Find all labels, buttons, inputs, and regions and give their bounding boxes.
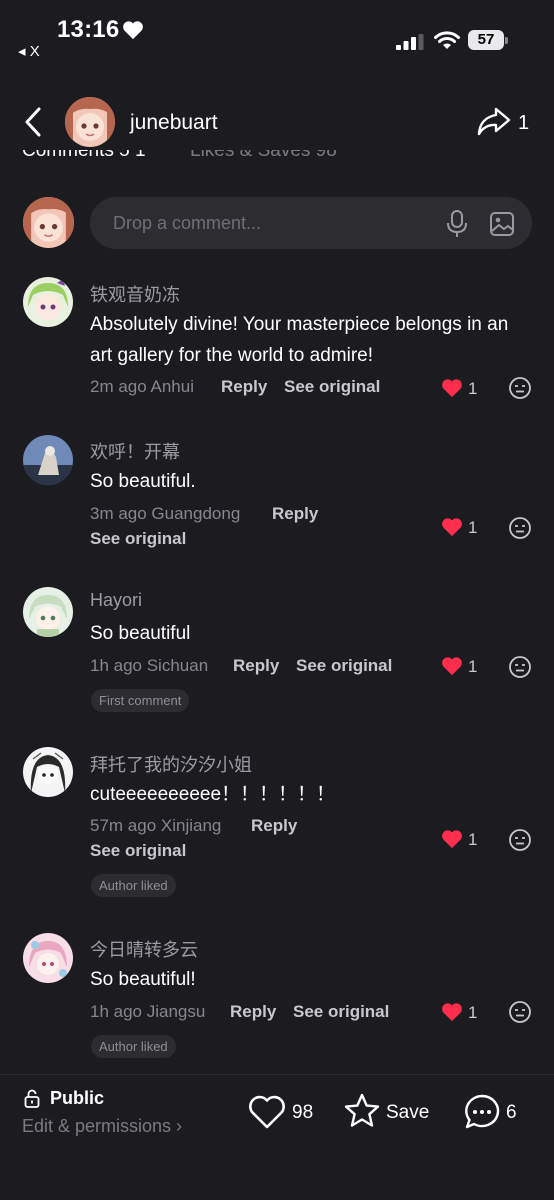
comment-text: So beautiful	[90, 623, 191, 644]
emoji-reaction-icon[interactable]	[508, 376, 532, 400]
visibility-label[interactable]: Public	[50, 1088, 104, 1109]
commenter-name[interactable]: 欢呼！开幕	[90, 438, 180, 464]
reply-button[interactable]: Reply	[272, 504, 318, 524]
share-count: 1	[518, 112, 530, 134]
emoji-reaction-icon[interactable]	[508, 655, 532, 679]
author-avatar[interactable]	[65, 97, 115, 147]
like-heart-icon[interactable]	[441, 656, 463, 676]
battery-level: 57	[477, 31, 495, 48]
back-to-app-link[interactable]: ◂ X	[18, 42, 40, 60]
reply-button[interactable]: Reply	[230, 1002, 276, 1022]
see-original-button[interactable]: See original	[296, 656, 392, 676]
comment-meta: 2m ago Anhui	[90, 377, 194, 396]
like-count: 1	[468, 379, 478, 398]
commenter-name[interactable]: 拜托了我的汐汐小姐	[90, 751, 252, 777]
microphone-icon[interactable]	[446, 210, 468, 238]
bottom-divider	[0, 1074, 554, 1075]
save-button[interactable]: Save	[386, 1102, 429, 1124]
emoji-reaction-icon[interactable]	[508, 516, 532, 540]
tab-comments[interactable]: Comments 5 1	[22, 150, 146, 162]
see-original-button[interactable]: See original	[90, 841, 186, 861]
heart-outline-icon[interactable]	[248, 1094, 286, 1130]
author-liked-badge: Author liked	[91, 874, 176, 897]
tab-likes-saves[interactable]: Likes & Saves 98	[190, 150, 337, 162]
battery-indicator: 57	[468, 30, 510, 52]
heart-icon	[123, 21, 143, 40]
comment-meta: 1h ago Jiangsu	[90, 1002, 206, 1021]
comment-meta: 57m ago Xinjiang	[90, 816, 222, 835]
comment-meta: 1h ago Sichuan	[90, 656, 209, 675]
comment-text: So beautiful!	[90, 969, 196, 990]
first-comment-badge: First comment	[91, 689, 190, 712]
like-heart-icon[interactable]	[441, 829, 463, 849]
like-heart-icon[interactable]	[441, 517, 463, 537]
see-original-button[interactable]: See original	[90, 529, 186, 549]
like-count: 1	[468, 1003, 478, 1022]
edit-permissions-link[interactable]: Edit & permissions ›	[22, 1116, 182, 1137]
author-liked-badge: Author liked	[91, 1035, 176, 1058]
my-avatar	[23, 197, 74, 248]
comment-meta: 3m ago Guangdong	[90, 504, 241, 523]
comment-text: Absolutely divine! Your masterpiece belo…	[90, 314, 509, 366]
commenter-avatar[interactable]	[23, 747, 73, 797]
reply-button[interactable]: Reply	[251, 816, 297, 836]
comment-input-placeholder[interactable]: Drop a comment...	[113, 213, 261, 234]
signal-icon	[396, 34, 424, 50]
see-original-button[interactable]: See original	[293, 1002, 389, 1022]
commenter-name[interactable]: 今日晴转多云	[90, 936, 198, 962]
star-outline-icon[interactable]	[343, 1092, 381, 1130]
post-comment-count: 6	[506, 1102, 517, 1123]
unlock-icon	[24, 1089, 40, 1108]
reply-button[interactable]: Reply	[221, 377, 267, 397]
back-chevron-icon[interactable]	[22, 106, 46, 138]
like-count: 1	[468, 657, 478, 676]
reply-button[interactable]: Reply	[233, 656, 279, 676]
status-time: 13:16	[57, 16, 120, 43]
like-count: 1	[468, 830, 478, 849]
commenter-avatar[interactable]	[23, 587, 73, 637]
commenter-avatar[interactable]	[23, 277, 73, 327]
comment-text: So beautiful.	[90, 471, 196, 492]
like-heart-icon[interactable]	[441, 378, 463, 398]
tabs-peek: Comments 5 1 Likes & Saves 98	[22, 150, 542, 164]
commenter-avatar[interactable]	[23, 435, 73, 485]
author-username[interactable]: junebuart	[130, 111, 218, 135]
comment-bubble-icon[interactable]	[463, 1093, 501, 1131]
comment-text: cuteeeeeeeeee！！！！！！	[90, 784, 336, 805]
wifi-icon	[434, 31, 460, 49]
post-like-count: 98	[292, 1102, 314, 1123]
commenter-name[interactable]: Hayori	[90, 590, 142, 611]
like-heart-icon[interactable]	[441, 1002, 463, 1022]
emoji-reaction-icon[interactable]	[508, 1000, 532, 1024]
see-original-button[interactable]: See original	[284, 377, 380, 397]
commenter-name[interactable]: 铁观音奶冻	[90, 281, 180, 307]
share-icon[interactable]	[476, 106, 512, 138]
commenter-avatar[interactable]	[23, 933, 73, 983]
emoji-reaction-icon[interactable]	[508, 828, 532, 852]
like-count: 1	[468, 518, 478, 537]
image-icon[interactable]	[489, 211, 515, 237]
